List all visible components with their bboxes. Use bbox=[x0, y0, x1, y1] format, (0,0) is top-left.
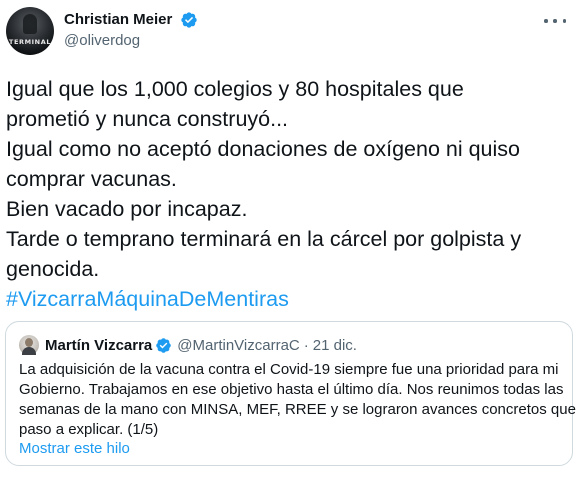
avatar-face bbox=[25, 338, 33, 347]
verified-badge-icon bbox=[181, 12, 197, 28]
show-thread-link[interactable]: Mostrar este hilo bbox=[19, 439, 130, 459]
quoted-line: Gobierno. Trabajamos en ese objetivo has… bbox=[19, 381, 564, 398]
quoted-line: paso a explicar. (1/5) bbox=[19, 421, 159, 438]
tweet-line: genocida. bbox=[6, 257, 100, 281]
quoted-author-avatar bbox=[19, 335, 39, 355]
dot bbox=[562, 19, 566, 23]
author-display-name[interactable]: Christian Meier bbox=[64, 10, 172, 30]
tweet-line: Tarde o temprano terminará en la cárcel … bbox=[6, 227, 522, 251]
quoted-author-display-name: Martín Vizcarra bbox=[45, 336, 153, 354]
more-options-icon[interactable] bbox=[544, 12, 566, 30]
tweet-line: comprar vacunas. bbox=[6, 167, 177, 191]
dot bbox=[553, 19, 557, 23]
quoted-tweet-date: 21 dic. bbox=[312, 336, 357, 354]
tweet: TERMINAL Christian Meier @oliverdog Igua… bbox=[0, 0, 582, 477]
quoted-line: La adquisición de la vacuna contra el Co… bbox=[19, 361, 559, 378]
dot bbox=[544, 19, 548, 23]
separator-dot: · bbox=[303, 336, 309, 354]
hashtag-link[interactable]: #VizcarraMáquinaDeMentiras bbox=[6, 284, 576, 314]
avatar-logo-text: TERMINAL bbox=[8, 38, 52, 46]
author-handle[interactable]: @oliverdog bbox=[64, 31, 198, 51]
author-info: Christian Meier @oliverdog bbox=[64, 10, 198, 51]
quoted-tweet-card[interactable]: Martín Vizcarra @MartinVizcarraC · 21 di… bbox=[5, 321, 576, 466]
quoted-tweet-text: La adquisición de la vacuna contra el Co… bbox=[19, 360, 576, 440]
verified-badge-icon bbox=[156, 337, 172, 353]
tweet-text: Igual que los 1,000 colegios y 80 hospit… bbox=[6, 74, 576, 314]
quoted-author-handle: @MartinVizcarraC bbox=[177, 336, 300, 354]
quoted-line: semanas de la mano con MINSA, MEF, RREE … bbox=[19, 401, 576, 418]
quoted-tweet-header: Martín Vizcarra @MartinVizcarraC · 21 di… bbox=[19, 334, 357, 356]
tweet-line: Bien vacado por incapaz. bbox=[6, 197, 248, 221]
tweet-line: Igual que los 1,000 colegios y 80 hospit… bbox=[6, 77, 464, 101]
avatar-shoulders bbox=[22, 347, 36, 355]
author-avatar[interactable]: TERMINAL bbox=[6, 7, 54, 55]
tweet-line: prometió y nunca construyó... bbox=[6, 107, 289, 131]
tweet-line: Igual como no aceptó donaciones de oxíge… bbox=[6, 137, 520, 161]
avatar-figure bbox=[23, 14, 37, 34]
